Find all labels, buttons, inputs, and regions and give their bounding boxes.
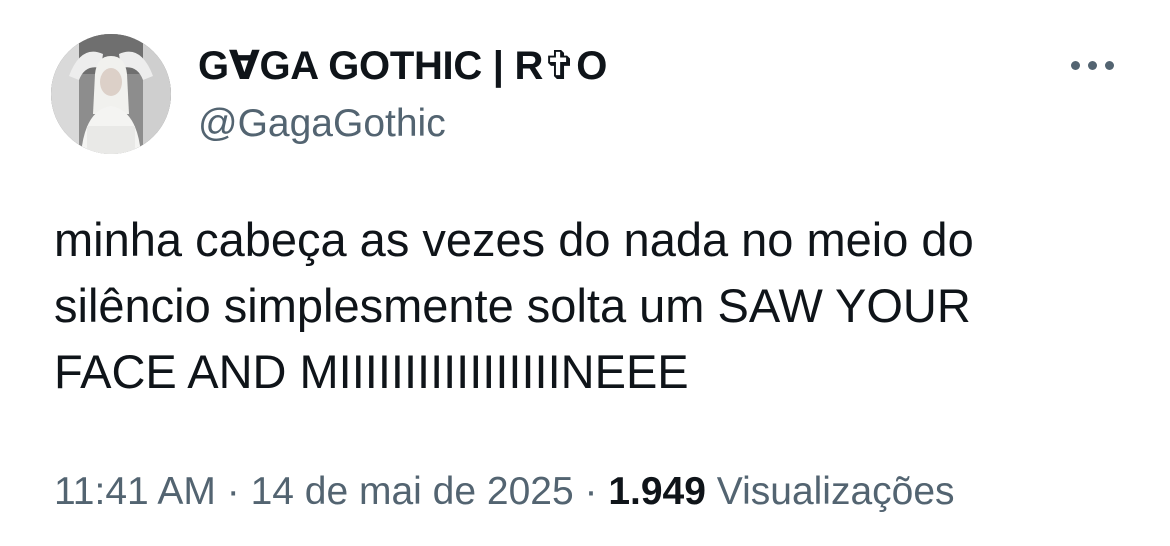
tweet: G∀GA GOTHIC | R✞O @GagaGothic minha cabe… [0,0,1170,546]
meta-separator: · [573,470,609,513]
author-handle[interactable]: @GagaGothic [198,98,446,150]
tweet-text: minha cabeça as vezes do nada no meio do… [54,213,974,398]
dot [1071,61,1080,70]
views-label: Visualizações [716,470,955,513]
tweet-date[interactable]: 14 de mai de 2025 [251,470,574,513]
tweet-time[interactable]: 11:41 AM [54,470,216,513]
dot [1105,61,1114,70]
dot [1088,61,1097,70]
author-avatar[interactable] [51,34,171,154]
author-display-name[interactable]: G∀GA GOTHIC | R✞O [198,40,607,92]
tweet-meta: 11:41 AM · 14 de mai de 2025 · 1.949 Vis… [54,466,955,518]
meta-separator: · [215,470,251,513]
profile-photo-icon [51,34,171,154]
views-count: 1.949 [608,470,706,513]
more-options-icon[interactable] [1062,50,1122,80]
